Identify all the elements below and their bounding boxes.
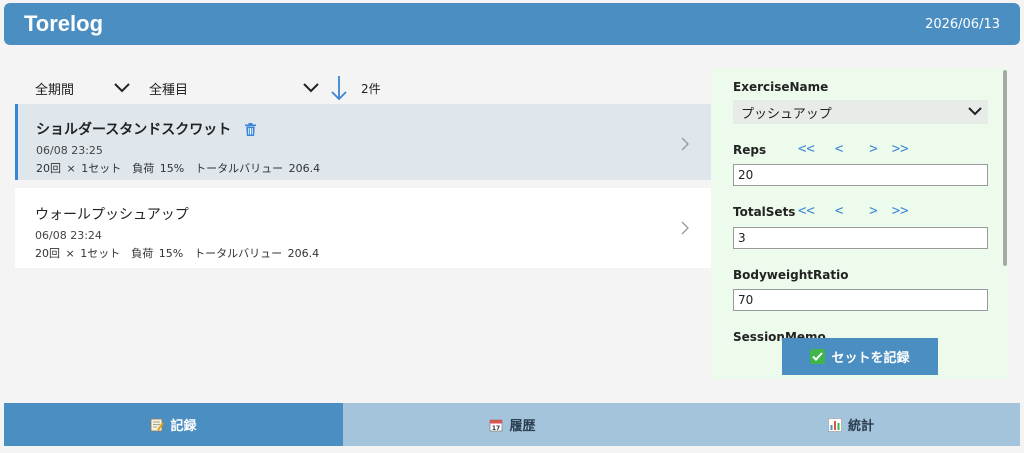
type-filter-label: 全種目 [149,82,189,98]
log-entry-row[interactable]: ショルダースタンドスクワット 06/08 23:25 20回 × 1セット 負荷… [15,104,711,180]
chevron-right-icon [681,136,689,155]
check-mark-icon [810,349,826,364]
exercise-name-select[interactable]: プッシュアップ [733,100,988,124]
svg-text:17: 17 [492,425,500,432]
record-set-button[interactable]: セットを記録 [782,338,938,375]
result-count: 2件 [361,81,381,96]
total-sets-input[interactable] [733,227,988,249]
sets-increment-button[interactable]: > [869,203,877,219]
record-set-label: セットを記録 [831,351,910,366]
tab-record-label: 記録 [170,419,197,434]
reps-input[interactable] [733,164,988,186]
app-title: Torelog [24,11,104,36]
reps-increment-big-button[interactable]: >> [892,141,909,157]
reps-decrement-big-button[interactable]: << [798,141,815,157]
tab-stats-label: 統計 [847,419,874,434]
chevron-right-icon [681,220,689,239]
chevron-down-icon [968,105,982,120]
app-header: Torelog 2026/06/13 [4,3,1020,45]
tab-record[interactable]: 記録 [4,403,343,446]
reps-label: Reps [733,143,767,157]
panel-scrollbar[interactable] [1003,70,1007,266]
calendar-icon: 17 [489,418,503,432]
sort-arrow-down-icon[interactable] [331,75,347,101]
reps-decrement-button[interactable]: < [835,141,843,157]
chevron-down-icon [114,83,130,93]
chevron-down-icon [303,83,319,93]
period-filter-label: 全期間 [35,82,75,98]
total-sets-label: TotalSets [733,205,796,219]
tab-history[interactable]: 17 履歴 [343,403,682,446]
type-filter-select[interactable]: 全種目 [149,79,319,98]
entry-title: ウォールプッシュアップ [35,207,189,223]
entry-detail: 20回 × 1セット 負荷 15% トータルバリュー 206.4 [35,247,320,260]
exercise-name-label: ExerciseName [733,80,829,94]
memo-icon [150,418,165,432]
tab-history-label: 履歴 [509,419,536,434]
filter-bar: 全期間 全種目 2件 [15,74,710,102]
sets-increment-big-button[interactable]: >> [892,203,909,219]
entry-time: 06/08 23:24 [35,229,102,242]
record-form-panel: ExerciseName プッシュアップ Reps << < > >> Tota… [711,68,1009,379]
bottom-nav: 記録 17 履歴 統計 [4,403,1020,446]
reps-stepper: << < > >> [798,141,909,157]
trash-icon[interactable] [245,122,257,136]
tab-stats[interactable]: 統計 [682,403,1020,446]
reps-increment-button[interactable]: > [869,141,877,157]
sets-stepper: << < > >> [798,203,909,219]
sets-decrement-button[interactable]: < [835,203,843,219]
header-date: 2026/06/13 [925,16,1000,32]
log-entry-row[interactable]: ウォールプッシュアップ 06/08 23:24 20回 × 1セット 負荷 15… [15,188,711,268]
entry-time: 06/08 23:25 [36,144,103,157]
entry-title: ショルダースタンドスクワット [36,122,232,138]
bar-chart-icon [828,417,842,432]
entry-detail: 20回 × 1セット 負荷 15% トータルバリュー 206.4 [36,162,321,175]
bodyweight-ratio-input[interactable] [733,289,988,311]
exercise-name-value: プッシュアップ [741,106,832,122]
log-list: ショルダースタンドスクワット 06/08 23:25 20回 × 1セット 負荷… [15,104,711,268]
sets-decrement-big-button[interactable]: << [798,203,815,219]
period-filter-select[interactable]: 全期間 [15,79,130,98]
bodyweight-ratio-label: BodyweightRatio [733,268,849,282]
